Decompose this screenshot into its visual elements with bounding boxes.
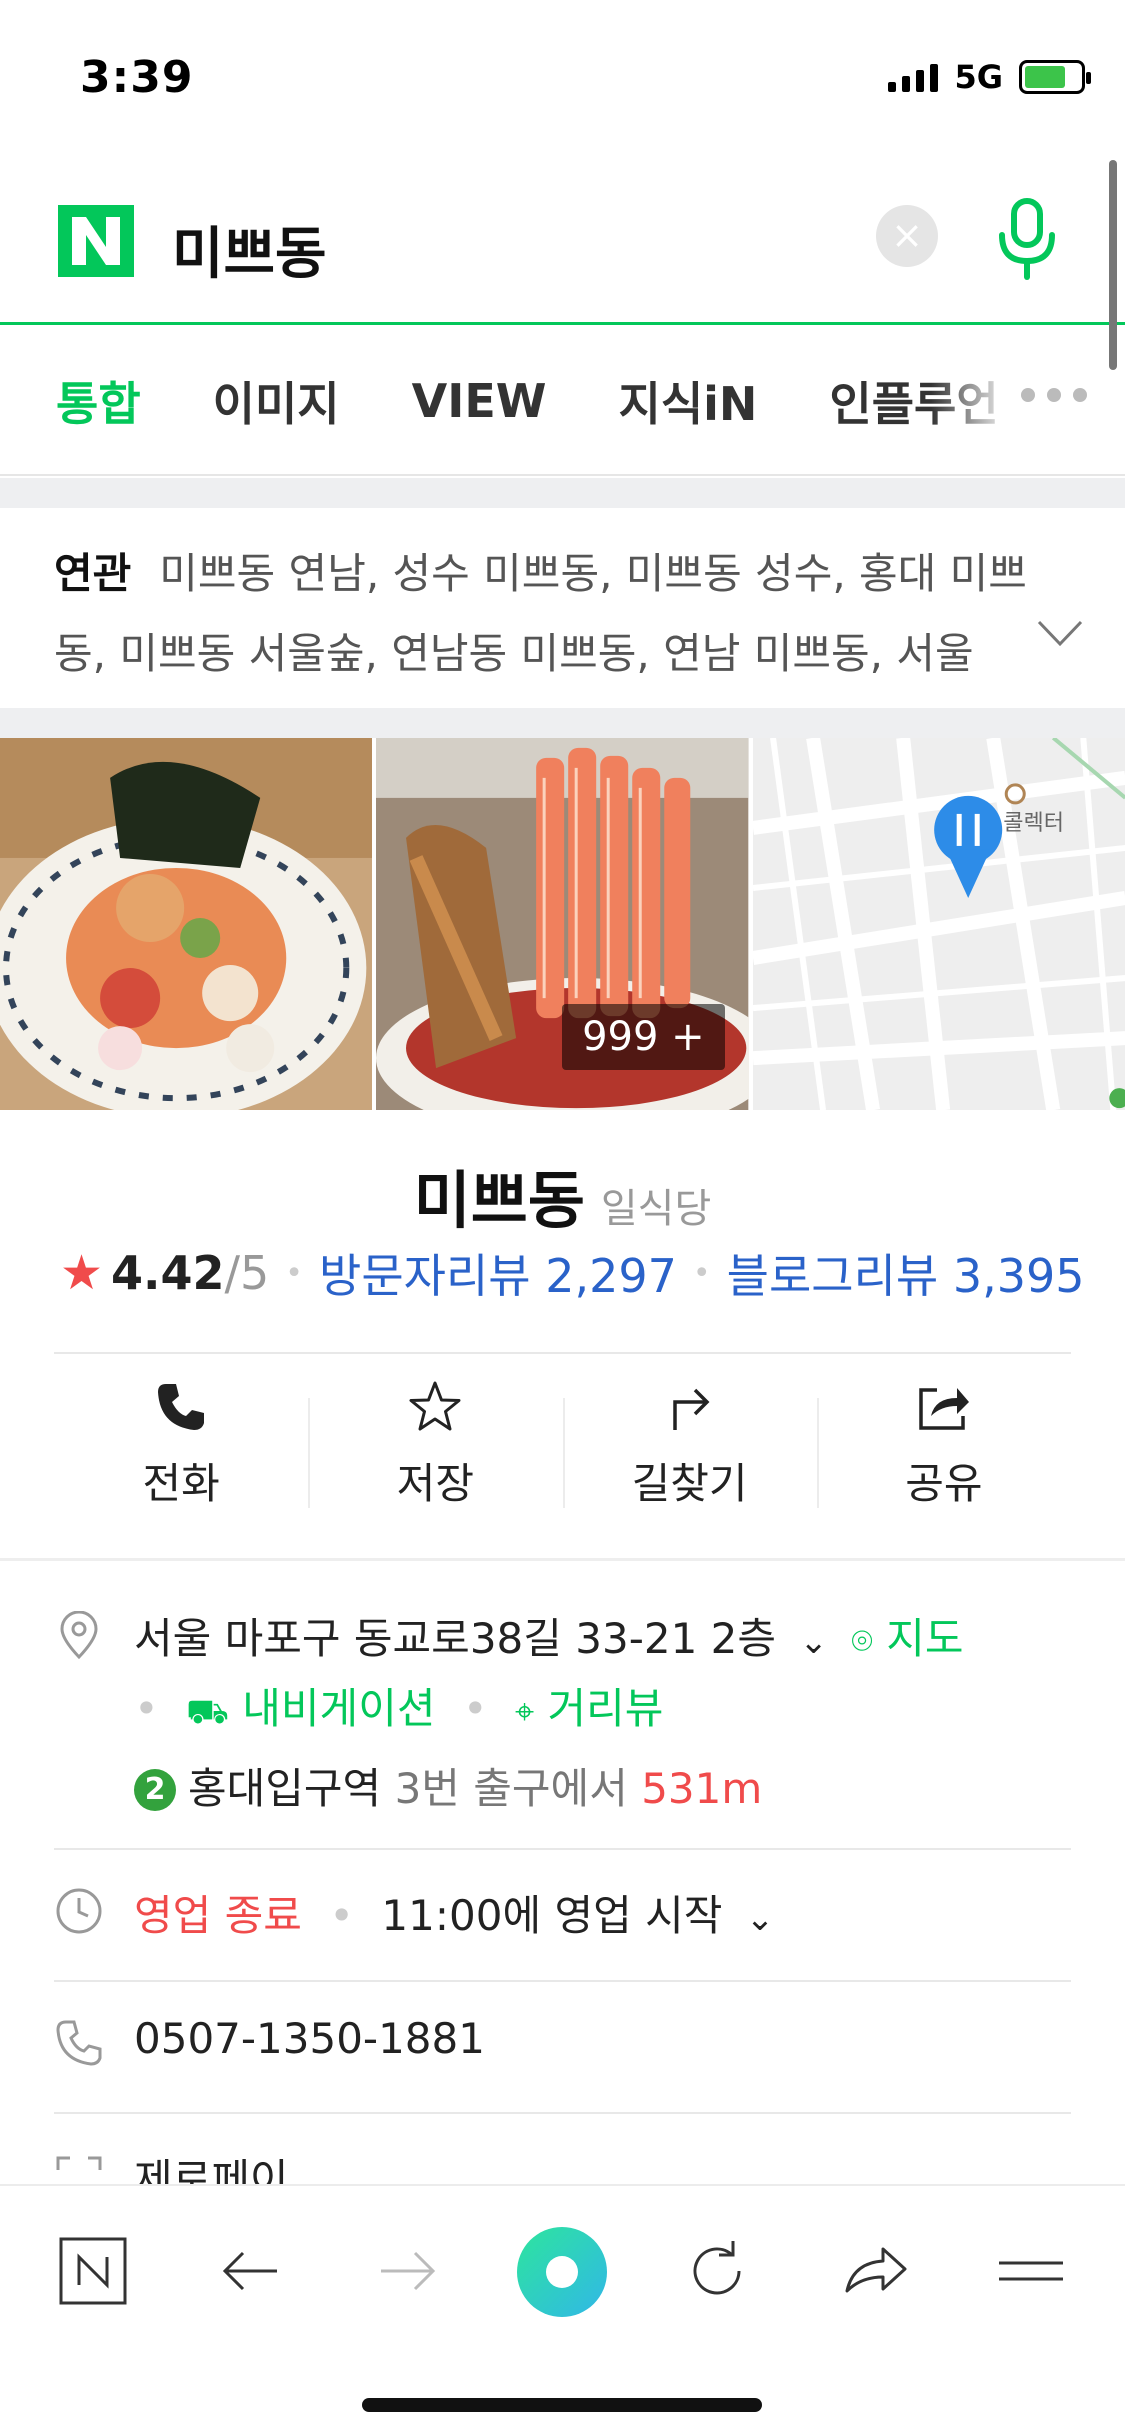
car-icon: ⛟: [186, 1692, 229, 1732]
home-indicator[interactable]: [362, 2398, 762, 2412]
tab-influencer[interactable]: 인플루언: [829, 368, 998, 434]
streetview-link[interactable]: 거리뷰: [548, 1684, 664, 1733]
green-dot-icon: [517, 2227, 607, 2317]
share-label: 공유: [905, 1458, 983, 1508]
divider: [54, 1848, 1071, 1850]
chevron-down-icon[interactable]: ⌄: [746, 1899, 775, 1939]
chevron-down-icon[interactable]: ⌄: [799, 1622, 828, 1662]
chevron-down-icon[interactable]: [1035, 618, 1085, 648]
call-button[interactable]: 전화: [54, 1370, 308, 1520]
star-icon: [409, 1381, 461, 1430]
photo-strip: 999 + 콜렉터: [0, 738, 1125, 1110]
phone-row[interactable]: 0507-1350-1881: [54, 2014, 1071, 2074]
related-searches: 연관 미쁘동 연남, 성수 미쁘동, 미쁘동 성수, 홍대 미쁘동, 미쁘동 서울…: [0, 508, 1125, 708]
search-tabs: 통합 이미지 VIEW 지식iN 인플루언: [0, 328, 1125, 476]
tab-images[interactable]: 이미지: [213, 368, 340, 434]
directions-label: 길찾기: [631, 1458, 748, 1508]
forward-button[interactable]: [362, 2226, 452, 2316]
divider: [54, 1980, 1071, 1982]
battery-icon: [1019, 60, 1091, 94]
address-text[interactable]: 서울 마포구 동교로38길 33-21 2층: [134, 1614, 776, 1663]
phone-outline-icon: [56, 2020, 102, 2066]
share-arrow-icon: [845, 2247, 907, 2293]
naver-home-button[interactable]: [48, 2226, 138, 2316]
rating-value: 4.42: [111, 1246, 225, 1300]
section-gap: [0, 708, 1125, 738]
naver-n-icon: [59, 2237, 127, 2305]
address-row: 서울 마포구 동교로38길 33-21 2층 ⌄ ⌾ 지도 • ⛟ 내비게이션 …: [54, 1605, 1071, 1755]
network-type: 5G: [954, 58, 1003, 96]
arrow-right-icon: [381, 2251, 436, 2291]
back-button[interactable]: [206, 2226, 296, 2316]
divider: [54, 1352, 1071, 1354]
call-label: 전화: [142, 1458, 220, 1508]
visitor-reviews-link[interactable]: 방문자리뷰 2,297: [319, 1240, 677, 1306]
phone-icon: [158, 1383, 205, 1430]
place-category: 일식당: [600, 1186, 712, 1232]
streetview-pin-icon: ⌖: [514, 1692, 535, 1732]
search-bar: 미쁘동 ×: [0, 165, 1125, 325]
status-bar: 3:39 5G: [0, 0, 1125, 150]
station-name: 홍대입구역: [188, 1764, 382, 1813]
subway-line-badge: 2: [134, 1769, 176, 1811]
rating-max: /5: [224, 1246, 270, 1300]
related-label: 연관: [54, 549, 132, 598]
share-button[interactable]: 공유: [816, 1370, 1071, 1520]
location-pin-icon: [60, 1611, 98, 1660]
related-keywords[interactable]: 미쁘동 연남, 성수 미쁘동, 미쁘동 성수, 홍대 미쁘동, 미쁘동 서울숲,…: [54, 549, 1027, 678]
tab-knowledge-in[interactable]: 지식iN: [619, 368, 758, 434]
clear-search-button[interactable]: ×: [876, 205, 938, 267]
status-indicators: 5G: [888, 58, 1091, 96]
action-buttons: 전화 저장 길찾기 공유: [54, 1370, 1071, 1520]
phone-number[interactable]: 0507-1350-1881: [134, 2014, 485, 2063]
reload-button[interactable]: [672, 2226, 762, 2316]
photo-count-badge: 999 +: [562, 1004, 725, 1070]
share-icon: [919, 1387, 969, 1430]
menu-button[interactable]: [986, 2226, 1076, 2316]
search-input[interactable]: 미쁘동: [172, 209, 327, 290]
map-pin-icon: ⌾: [851, 1621, 873, 1662]
hamburger-menu-icon: [999, 2261, 1063, 2281]
microphone-icon[interactable]: [992, 195, 1062, 285]
browser-toolbar: [0, 2184, 1125, 2436]
section-divider: [0, 1558, 1125, 1561]
divider: [54, 2112, 1071, 2114]
place-title: 미쁘동: [413, 1164, 585, 1237]
related-list[interactable]: 연관 미쁘동 연남, 성수 미쁘동, 미쁘동 성수, 홍대 미쁘동, 미쁘동 서울…: [54, 534, 1044, 694]
map-link[interactable]: 지도: [886, 1614, 963, 1663]
hours-row[interactable]: 영업 종료 • 11:00에 영업 시작 ⌄: [54, 1882, 1071, 1942]
blog-reviews-link[interactable]: 블로그리뷰 3,395: [727, 1240, 1085, 1306]
location-map[interactable]: 콜렉터: [752, 738, 1125, 1110]
section-gap: [0, 478, 1125, 508]
directions-button[interactable]: 길찾기: [562, 1370, 817, 1520]
tab-view[interactable]: VIEW: [412, 374, 547, 428]
subway-row: 2 홍대입구역 3번 출구에서 531m: [54, 1755, 1071, 1815]
more-tabs-icon[interactable]: [1021, 388, 1087, 402]
hours-next-open: 11:00에 영업 시작: [381, 1891, 723, 1940]
green-dot-button[interactable]: [516, 2226, 608, 2318]
close-icon: ×: [891, 213, 923, 257]
station-exit: 3번 출구에서: [394, 1764, 628, 1813]
food-photo-bowl[interactable]: [0, 738, 373, 1110]
refresh-icon: [693, 2241, 741, 2295]
save-label: 저장: [396, 1458, 475, 1508]
place-header: 미쁘동 일식당: [0, 1150, 1125, 1240]
status-time: 3:39: [80, 52, 194, 103]
food-photo-salmon[interactable]: 999 +: [376, 738, 749, 1110]
share-page-button[interactable]: [830, 2226, 920, 2316]
save-button[interactable]: 저장: [308, 1370, 562, 1520]
directions-icon: [672, 1388, 710, 1430]
navigation-link[interactable]: 내비게이션: [242, 1684, 435, 1733]
tab-integrated[interactable]: 통합: [56, 368, 141, 434]
rating-row: ★ 4.42 /5 • 방문자리뷰 2,297 • 블로그리뷰 3,395: [60, 1240, 1085, 1306]
signal-icon: [888, 62, 939, 92]
hours-status: 영업 종료: [134, 1891, 302, 1940]
station-distance: 531m: [641, 1764, 763, 1813]
arrow-left-icon: [222, 2251, 277, 2291]
map-poi-label: 콜렉터: [1003, 811, 1064, 836]
naver-logo-icon[interactable]: [58, 205, 134, 277]
clock-icon: [56, 1888, 102, 1934]
rating-star-icon: ★: [60, 1245, 104, 1301]
